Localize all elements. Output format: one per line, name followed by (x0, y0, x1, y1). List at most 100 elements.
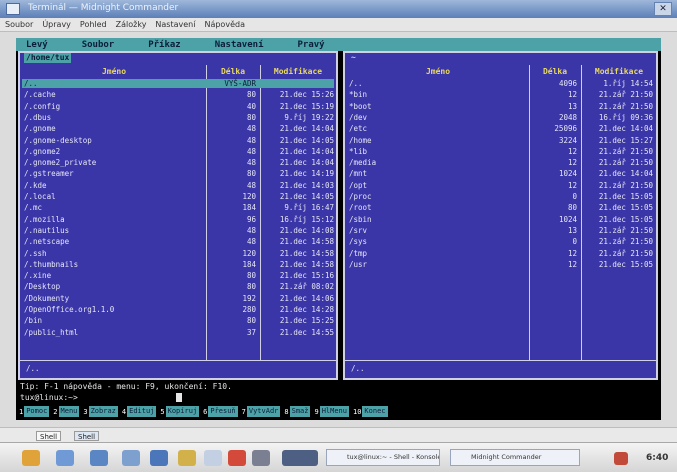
file-row[interactable]: /.kde 48 21.dec 14:03 (22, 181, 334, 190)
fkey-5[interactable]: 5 Kopíruj (159, 406, 200, 417)
right-col-modified[interactable]: Modifikace (583, 67, 655, 77)
file-row[interactable]: /media 12 21.zář 21:50 (347, 158, 653, 167)
left-file-panel[interactable]: /home/tux Jméno Délka Modifikace /.. VYŠ-… (18, 51, 338, 380)
menu-item-4[interactable]: Nastavení (155, 20, 195, 29)
file-name: /mnt (349, 169, 368, 179)
mc-menu-item-1[interactable]: Soubor (82, 40, 115, 50)
fkey-8[interactable]: 8 Smaž (283, 406, 311, 417)
home-folder-icon[interactable] (56, 450, 74, 466)
left-file-list[interactable]: /.. VYŠ-ADR /.cache 80 21.dec 15:26 /.config 4… (20, 79, 336, 359)
right-file-panel[interactable]: ~ Jméno Délka Modifikace /.. 4096 1.říj 14… (343, 51, 658, 380)
file-row[interactable]: /OpenOffice.org1.1.0 280 21.dec 14:28 (22, 305, 334, 314)
terminal-area[interactable]: Levý Soubor Příkaz Nastavení Pravý /home/tux… (16, 38, 661, 420)
file-name: /.kde (24, 180, 47, 190)
file-row[interactable]: /etc 25096 21.dec 14:04 (347, 124, 653, 133)
fkey-6[interactable]: 6 Přesuň (202, 406, 238, 417)
taskbar-window-konsole[interactable]: tux@linux:~ - Shell - Konsole (326, 449, 440, 466)
mc-menu-item-0[interactable]: Levý (26, 40, 48, 50)
file-row[interactable]: /.. VYŠ-ADR (22, 79, 334, 88)
file-row[interactable]: *boot 13 21.zář 21:50 (347, 102, 653, 111)
right-col-name[interactable]: Jméno (349, 67, 527, 77)
file-row[interactable]: /.mozilla 96 16.říj 15:12 (22, 215, 334, 224)
file-row[interactable]: /.. 4096 1.říj 14:54 (347, 79, 653, 88)
menu-item-3[interactable]: Záložky (116, 20, 147, 29)
file-row[interactable]: /.nautilus 48 21.dec 14:08 (22, 226, 334, 235)
file-name: /.xine (24, 271, 52, 281)
file-row[interactable]: /.local 120 21.dec 14:05 (22, 192, 334, 201)
left-col-modified[interactable]: Modifikace (262, 67, 334, 77)
file-row[interactable]: /.gnome2 48 21.dec 14:04 (22, 147, 334, 156)
shell-prompt[interactable]: tux@linux:~> (20, 393, 78, 402)
file-row[interactable]: /Dokumenty 192 21.dec 14:06 (22, 294, 334, 303)
tray-icon[interactable] (614, 452, 628, 465)
file-row[interactable]: /.dbus 80 9.říj 19:22 (22, 113, 334, 122)
file-row[interactable]: /Desktop 80 21.zář 08:02 (22, 282, 334, 291)
fkey-2[interactable]: 2 Menu (52, 406, 80, 417)
terminal-launcher-icon[interactable] (90, 450, 108, 466)
window-titlebar[interactable]: Terminál — Midnight Commander ✕ (0, 0, 677, 18)
browser-icon[interactable] (150, 450, 168, 466)
file-row[interactable]: /sys 0 21.zář 21:50 (347, 237, 653, 246)
file-date: 21.dec 15:27 (598, 135, 653, 145)
file-row[interactable]: /.config 40 21.dec 15:19 (22, 102, 334, 111)
desktop-pager-icon[interactable] (282, 450, 318, 466)
file-name: /.thumbnails (24, 259, 79, 269)
file-row[interactable]: /tmp 12 21.zář 21:50 (347, 249, 653, 258)
file-row[interactable]: /.mc 184 9.říj 16:47 (22, 203, 334, 212)
file-date: 21.dec 15:05 (598, 214, 653, 224)
file-row[interactable]: /.gnome2_private 48 21.dec 14:04 (22, 158, 334, 167)
file-row[interactable]: /sbin 1024 21.dec 15:05 (347, 215, 653, 224)
file-row[interactable]: /.netscape 48 21.dec 14:58 (22, 237, 334, 246)
file-name: *boot (349, 101, 372, 111)
file-row[interactable]: /dev 2048 16.říj 09:36 (347, 113, 653, 122)
start-menu-icon[interactable] (22, 450, 40, 466)
file-row[interactable]: /usr 12 21.dec 15:05 (347, 260, 653, 269)
file-row[interactable]: /.thumbnails 184 21.dec 14:58 (22, 260, 334, 269)
file-row[interactable]: /.gstreamer 80 21.dec 14:19 (22, 169, 334, 178)
file-row[interactable]: /bin 80 21.dec 15:25 (22, 316, 334, 325)
tab-shell-2[interactable]: Shell (74, 431, 100, 441)
file-row[interactable]: /opt 12 21.zář 21:50 (347, 181, 653, 190)
menu-item-0[interactable]: Soubor (5, 20, 33, 29)
fkey-10[interactable]: 10 Konec (352, 406, 388, 417)
file-name: /Desktop (24, 282, 61, 292)
file-row[interactable]: /.ssh 120 21.dec 14:58 (22, 249, 334, 258)
file-row[interactable]: /.gnome 48 21.dec 14:04 (22, 124, 334, 133)
fkey-1[interactable]: 1 Pomoc (18, 406, 50, 417)
mc-menu-item-4[interactable]: Pravý (298, 40, 325, 50)
settings-icon[interactable] (252, 450, 270, 466)
fkey-4[interactable]: 4 Edituj (121, 406, 157, 417)
file-row[interactable]: *bin 12 21.zář 21:50 (347, 90, 653, 99)
left-col-size[interactable]: Délka (208, 67, 258, 77)
file-row[interactable]: /root 80 21.dec 15:05 (347, 203, 653, 212)
file-row[interactable]: /mnt 1024 21.dec 14:04 (347, 169, 653, 178)
tab-shell-1[interactable]: Shell (36, 431, 62, 441)
taskbar-window-mc[interactable]: Midnight Commander (450, 449, 580, 466)
file-date: 16.říj 09:36 (598, 112, 653, 122)
close-icon[interactable]: ✕ (654, 2, 672, 16)
file-manager-icon[interactable] (122, 450, 140, 466)
file-row[interactable]: /public_html 37 21.dec 14:55 (22, 328, 334, 337)
file-size: 80 (246, 316, 256, 326)
menu-item-5[interactable]: Nápověda (204, 20, 245, 29)
menu-item-1[interactable]: Úpravy (42, 20, 71, 29)
package-icon[interactable] (228, 450, 246, 466)
file-row[interactable]: /.cache 80 21.dec 15:26 (22, 90, 334, 99)
fkey-9[interactable]: 9 HlMenu (313, 406, 349, 417)
office-icon[interactable] (204, 450, 222, 466)
fkey-3[interactable]: 3 Zobraz (82, 406, 118, 417)
mc-menu-item-3[interactable]: Nastavení (215, 40, 264, 50)
file-row[interactable]: /.xine 80 21.dec 15:16 (22, 271, 334, 280)
menu-item-2[interactable]: Pohled (80, 20, 107, 29)
file-row[interactable]: *lib 12 21.zář 21:50 (347, 147, 653, 156)
file-row[interactable]: /proc 0 21.dec 15:05 (347, 192, 653, 201)
file-row[interactable]: /.gnome-desktop 48 21.dec 14:05 (22, 136, 334, 145)
file-row[interactable]: /srv 13 21.zář 21:50 (347, 226, 653, 235)
fkey-7[interactable]: 7 VytvAdr (241, 406, 281, 417)
right-col-size[interactable]: Délka (531, 67, 579, 77)
mail-icon[interactable] (178, 450, 196, 466)
file-row[interactable]: /home 3224 21.dec 15:27 (347, 136, 653, 145)
right-file-list[interactable]: /.. 4096 1.říj 14:54 *bin 12 21.zář 21:50 *boo… (345, 79, 656, 359)
left-col-name[interactable]: Jméno (24, 67, 204, 77)
mc-menu-item-2[interactable]: Příkaz (148, 40, 181, 50)
